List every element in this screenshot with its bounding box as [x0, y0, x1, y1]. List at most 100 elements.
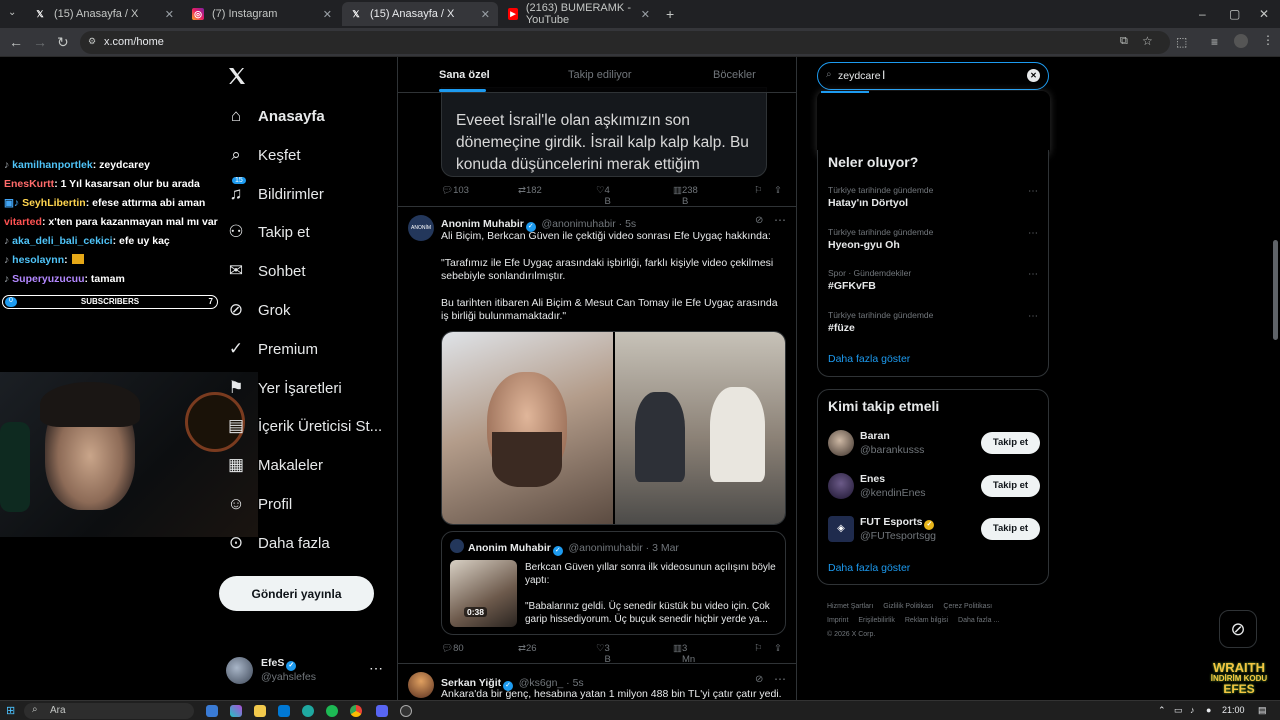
- close-tab-icon[interactable]: ✕: [641, 8, 650, 21]
- tab-bugs[interactable]: Böcekler: [713, 69, 756, 81]
- tray-chevron-icon[interactable]: ⌃: [1158, 705, 1166, 716]
- nav-articles[interactable]: ▦ Makaleler: [226, 450, 323, 480]
- taskview-icon[interactable]: [206, 705, 218, 717]
- scrollbar-thumb[interactable]: [1273, 240, 1278, 340]
- spotify-icon[interactable]: [326, 705, 338, 717]
- taskbar-search[interactable]: ⌕ Ara: [24, 703, 194, 719]
- grok-explain-icon[interactable]: ⊘: [755, 674, 763, 685]
- post-button[interactable]: Gönderi yayınla: [219, 576, 374, 611]
- follow-button[interactable]: Takip et: [981, 475, 1040, 497]
- more-dots-icon[interactable]: ⋯: [774, 213, 786, 227]
- grok-explain-icon[interactable]: ⊘: [755, 215, 763, 226]
- windows-start-icon[interactable]: ⊞: [6, 704, 15, 717]
- quote-video-thumb[interactable]: 0:38: [450, 560, 517, 627]
- close-tab-icon[interactable]: ✕: [323, 8, 332, 21]
- nav-follow[interactable]: ⚇ Takip et: [226, 217, 309, 247]
- search-input[interactable]: zeydcare: [838, 70, 881, 82]
- views-action[interactable]: ▥ 3 Mn: [673, 643, 695, 665]
- nav-premium[interactable]: ✓ Premium: [226, 334, 318, 364]
- follow-button[interactable]: Takip et: [981, 518, 1040, 540]
- nav-notifications[interactable]: ♫ 15 Bildirimler: [226, 177, 324, 209]
- nav-more[interactable]: ⊙ Daha fazla: [226, 528, 330, 558]
- tab-for-you[interactable]: Sana özel: [439, 69, 490, 81]
- account-switcher[interactable]: EfeS ✓ @yahslefes ⋯: [226, 655, 386, 687]
- like-action[interactable]: ♡ 4 B: [596, 185, 611, 207]
- mic-icon[interactable]: ●: [1206, 705, 1211, 715]
- extensions-icon[interactable]: ⬚: [1176, 35, 1187, 49]
- show-more-trends-link[interactable]: Daha fazla göster: [828, 353, 910, 365]
- maximize-icon[interactable]: ▢: [1229, 7, 1240, 21]
- network-icon[interactable]: ▭: [1174, 705, 1183, 716]
- views-action[interactable]: ▥ 238 B: [673, 185, 698, 207]
- install-app-icon[interactable]: ⧉: [1120, 35, 1128, 48]
- grok-float-button[interactable]: ⊘: [1219, 610, 1257, 648]
- like-action[interactable]: ♡ 3 B: [596, 643, 611, 665]
- notification-center-icon[interactable]: ▤: [1258, 705, 1267, 716]
- file-explorer-icon[interactable]: [254, 705, 266, 717]
- bookmark-icon[interactable]: ⚐: [754, 643, 763, 654]
- minimize-icon[interactable]: –: [1199, 7, 1206, 21]
- site-info-icon[interactable]: ⚙: [88, 36, 96, 47]
- clock[interactable]: 21:00: [1222, 705, 1245, 715]
- share-icon[interactable]: ⇪: [774, 643, 782, 654]
- follow-button[interactable]: Takip et: [981, 432, 1040, 454]
- footer-link[interactable]: Reklam bilgisi: [905, 617, 948, 624]
- close-tab-icon[interactable]: ✕: [481, 8, 490, 21]
- show-more-suggestions-link[interactable]: Daha fazla göster: [828, 562, 910, 574]
- post[interactable]: ANONİM Anonim Muhabir ✓ @anonimuhabir · 5…: [398, 208, 796, 665]
- share-icon[interactable]: ⇪: [774, 185, 782, 196]
- repost-action[interactable]: ⇄ 26: [518, 643, 537, 654]
- volume-icon[interactable]: ♪: [1190, 705, 1195, 715]
- more-dots-icon[interactable]: ⋯: [1028, 269, 1038, 280]
- bookmark-star-icon[interactable]: ☆: [1142, 34, 1153, 48]
- search-box[interactable]: ⌕ zeydcare I ✕: [817, 62, 1049, 90]
- copilot-icon[interactable]: [230, 705, 242, 717]
- footer-link[interactable]: Hizmet Şartları: [827, 603, 873, 610]
- more-dots-icon[interactable]: ⋯: [1028, 186, 1038, 197]
- follow-suggestion[interactable]: Baran @barankusss Takip et: [828, 428, 1040, 460]
- media-image-left[interactable]: [442, 332, 613, 524]
- nav-profile[interactable]: ☺ Profil: [226, 489, 292, 519]
- footer-link[interactable]: Daha fazla ...: [958, 617, 999, 624]
- reading-list-icon[interactable]: ≡: [1211, 35, 1218, 49]
- reload-icon[interactable]: ↻: [57, 34, 69, 51]
- post[interactable]: Serkan Yiğit ✓ @ks6gn_ · 5s ⊘ ⋯ Ankara'da…: [398, 665, 796, 702]
- reply-action[interactable]: 💬︎ 103: [441, 185, 469, 196]
- footer-link[interactable]: Gizlilik Politikası: [883, 603, 933, 610]
- more-dots-icon[interactable]: ⋯: [369, 660, 383, 677]
- more-dots-icon[interactable]: ⋯: [774, 672, 786, 686]
- new-tab-icon[interactable]: +: [666, 6, 674, 22]
- nav-grok[interactable]: ⊘ Grok: [226, 295, 291, 325]
- nav-creator-studio[interactable]: ▤ İçerik Üreticisi St...: [226, 411, 382, 441]
- browser-tab[interactable]: ▶ (2163) BUMERAMK - YouTube ✕: [500, 2, 658, 26]
- repost-action[interactable]: ⇄ 182: [518, 185, 542, 196]
- menu-dots-icon[interactable]: ⋮: [1262, 33, 1274, 47]
- close-window-icon[interactable]: ✕: [1259, 7, 1269, 21]
- tab-following[interactable]: Takip ediliyor: [568, 69, 632, 81]
- footer-link[interactable]: Çerez Politikası: [943, 603, 992, 610]
- page-scrollbar[interactable]: [1271, 57, 1280, 700]
- nav-explore[interactable]: ⌕ Keşfet: [226, 140, 300, 170]
- mail-app-icon[interactable]: [278, 705, 290, 717]
- browser-tab[interactable]: 𝕏 (15) Anasayfa / X ✕: [26, 2, 182, 26]
- nav-messages[interactable]: ✉ Sohbet: [226, 256, 306, 286]
- tab-search-icon[interactable]: ⌄: [8, 7, 16, 18]
- clear-search-icon[interactable]: ✕: [1027, 69, 1040, 82]
- back-arrow-icon[interactable]: ←: [9, 34, 23, 50]
- profile-avatar-icon[interactable]: [1234, 34, 1248, 48]
- edge-icon[interactable]: [302, 705, 314, 717]
- footer-link[interactable]: Erişilebilirlik: [858, 617, 895, 624]
- x-logo-icon[interactable]: [227, 66, 247, 86]
- url-field[interactable]: ⚙ x.com/home ⧉ ☆: [80, 31, 1170, 54]
- media-image-right[interactable]: [615, 332, 785, 524]
- quoted-post[interactable]: Anonim Muhabir ✓ @anonimuhabir · 3 Mar 0:…: [441, 531, 786, 635]
- post-media[interactable]: [441, 331, 786, 525]
- discord-icon[interactable]: [376, 705, 388, 717]
- chrome-icon[interactable]: [350, 705, 362, 717]
- browser-tab[interactable]: ◎ (7) Instagram ✕: [184, 2, 340, 26]
- follow-suggestion[interactable]: ◈ FUT Esports ✓ @FUTesportsgg Takip et: [828, 514, 1040, 546]
- reply-action[interactable]: 💬︎ 80: [441, 643, 464, 654]
- nav-home[interactable]: ⌂ Anasayfa: [226, 101, 325, 131]
- more-dots-icon[interactable]: ⋯: [1028, 311, 1038, 322]
- nav-bookmarks[interactable]: ⚑ Yer İşaretleri: [226, 373, 341, 403]
